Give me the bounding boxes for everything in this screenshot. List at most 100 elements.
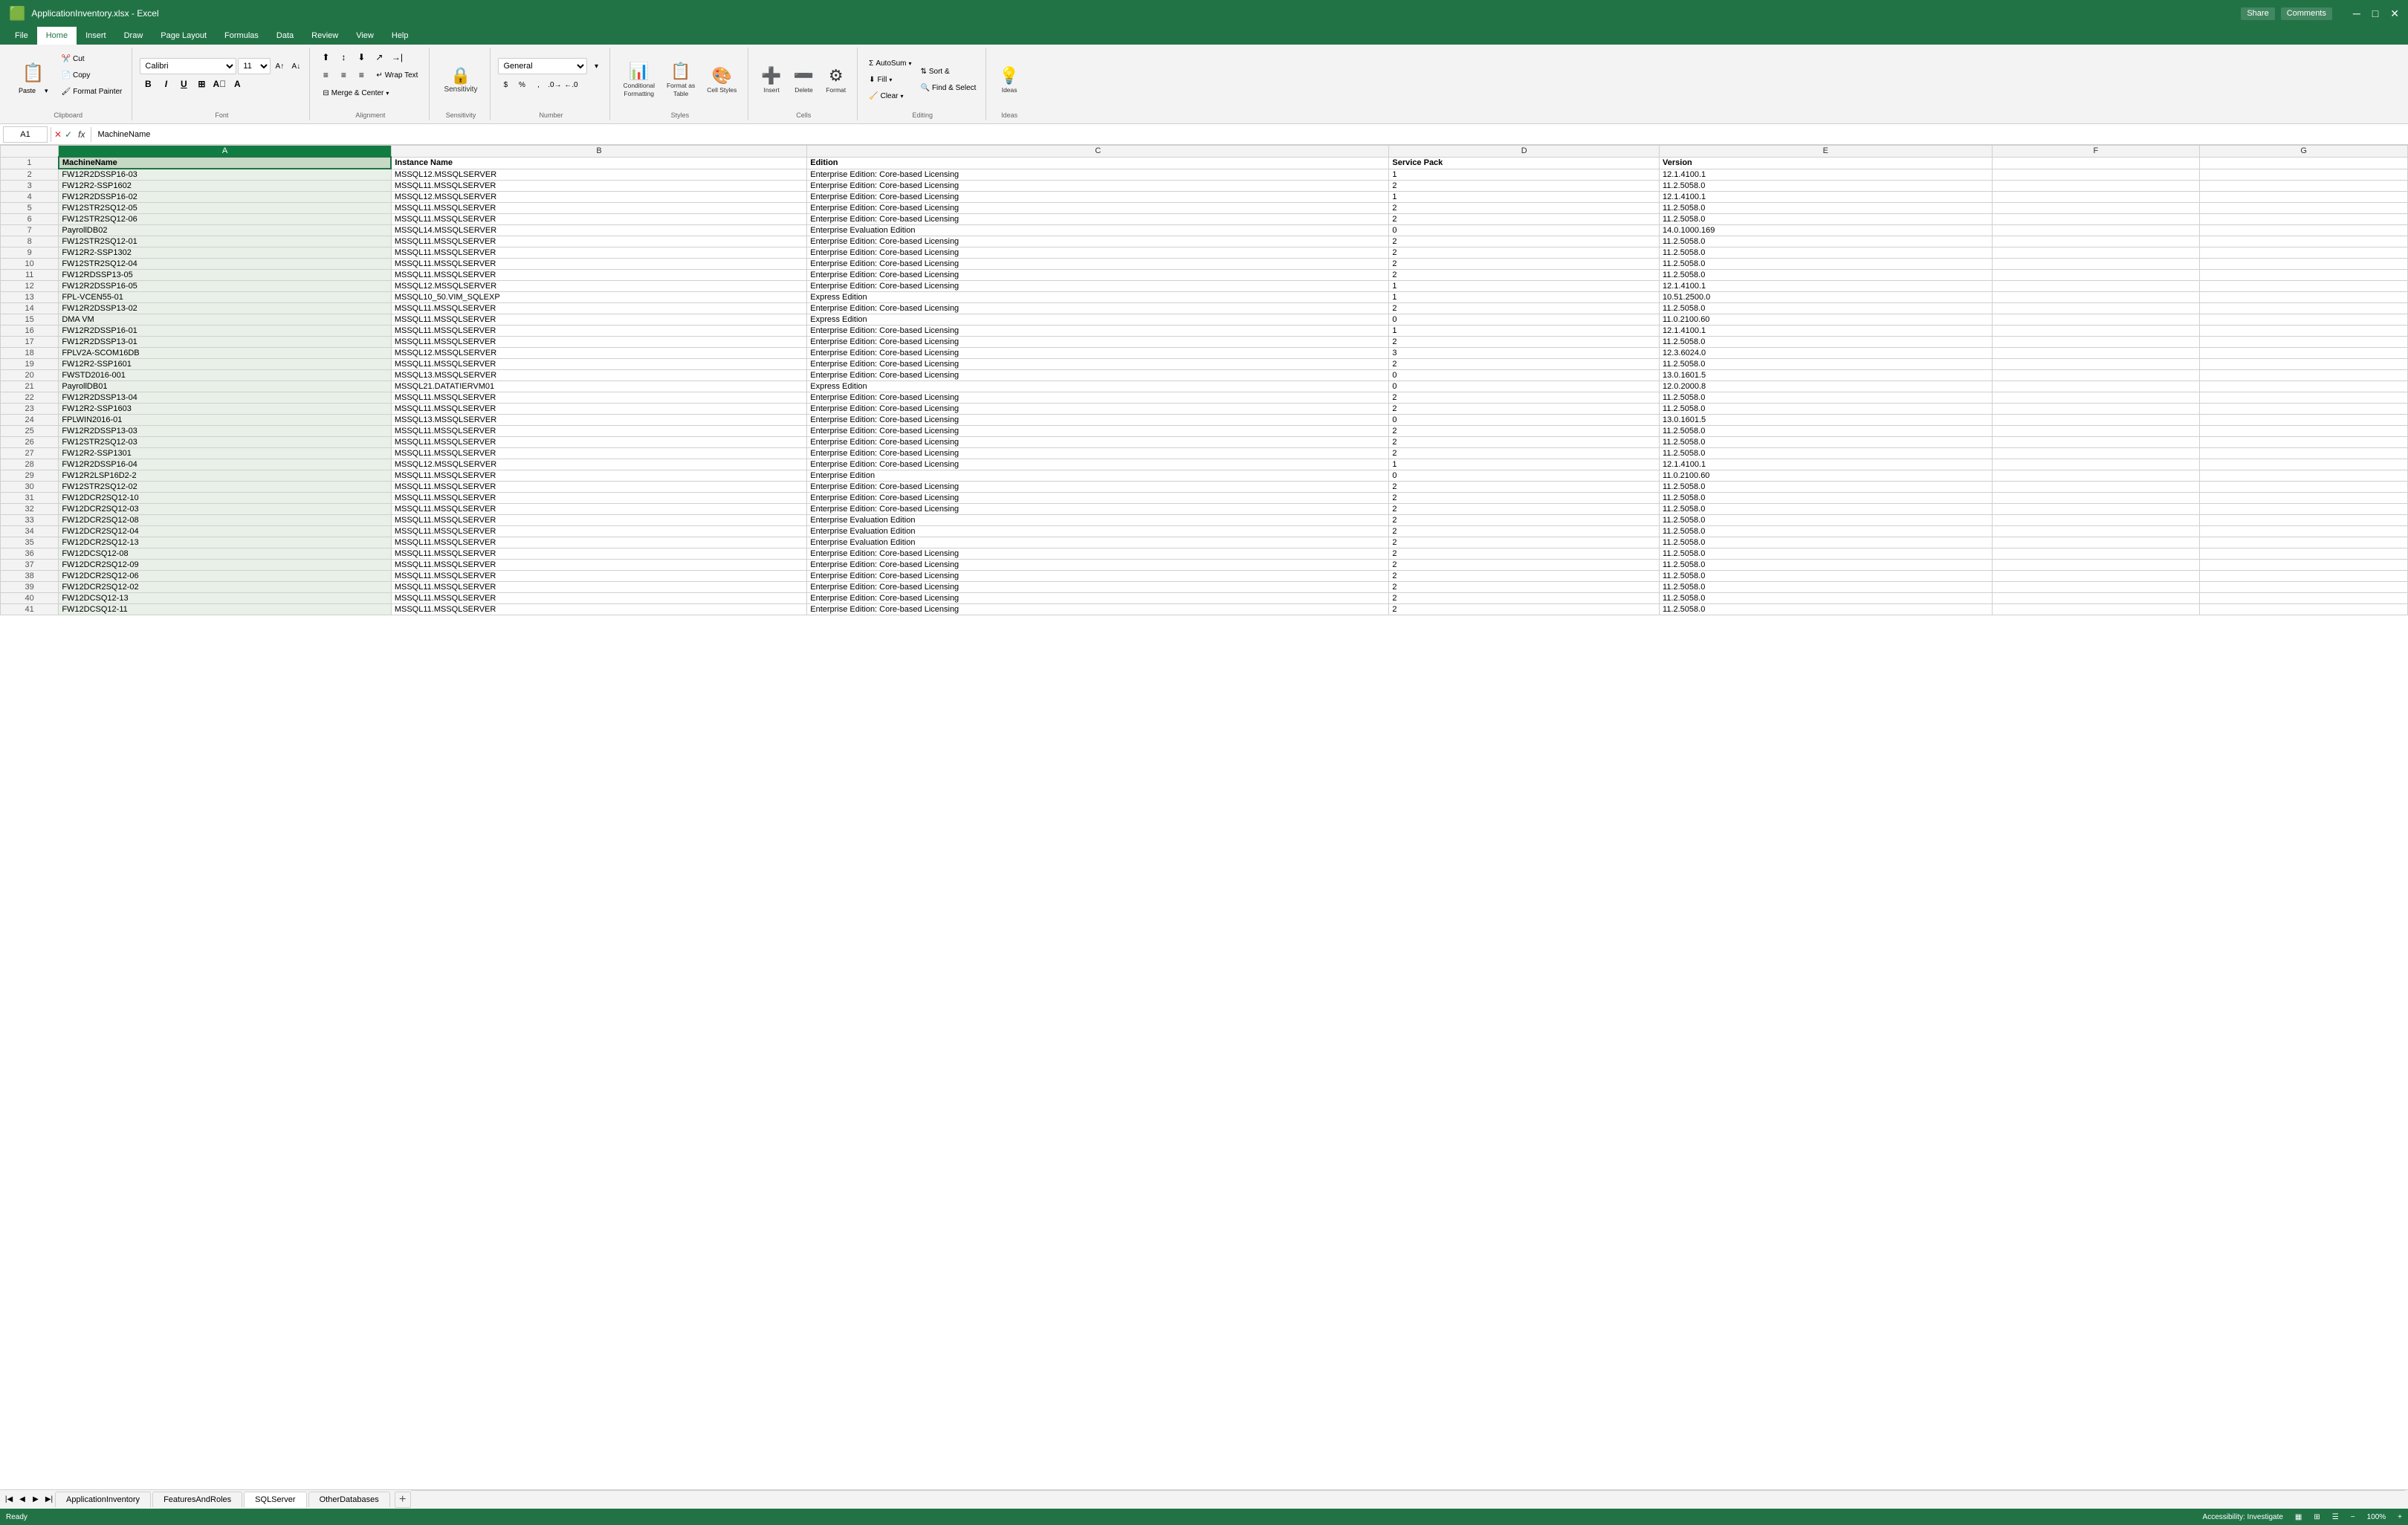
cut-button[interactable]: ✂️ Cut <box>58 51 126 66</box>
cell-f9[interactable] <box>1992 247 2200 259</box>
cell-d6[interactable]: 2 <box>1389 214 1660 225</box>
cell-f36[interactable] <box>1992 548 2200 560</box>
view-layout-icon[interactable]: ⊞ <box>2314 1513 2320 1521</box>
cell-f27[interactable] <box>1992 448 2200 459</box>
cell-g10[interactable] <box>2200 259 2408 270</box>
cell-g13[interactable] <box>2200 292 2408 303</box>
sheet-tab-sql-server[interactable]: SQLServer <box>244 1492 306 1508</box>
cell-b7[interactable]: MSSQL14.MSSQLSERVER <box>391 225 806 236</box>
cell-g20[interactable] <box>2200 370 2408 381</box>
cell-g16[interactable] <box>2200 326 2408 337</box>
cell-d20[interactable]: 0 <box>1389 370 1660 381</box>
cell-b41[interactable]: MSSQL11.MSSQLSERVER <box>391 604 806 615</box>
copy-button[interactable]: 📄 Copy <box>58 68 126 82</box>
cell-d1[interactable]: Service Pack <box>1389 157 1660 169</box>
fill-color-button[interactable]: A⃞ <box>211 76 227 92</box>
cell-e7[interactable]: 14.0.1000.169 <box>1660 225 1993 236</box>
cell-f12[interactable] <box>1992 281 2200 292</box>
cell-d9[interactable]: 2 <box>1389 247 1660 259</box>
cell-reference-input[interactable] <box>3 126 48 143</box>
cell-c6[interactable]: Enterprise Edition: Core-based Licensing <box>807 214 1389 225</box>
cell-e24[interactable]: 13.0.1601.5 <box>1660 415 1993 426</box>
cell-f15[interactable] <box>1992 314 2200 326</box>
cell-b29[interactable]: MSSQL11.MSSQLSERVER <box>391 470 806 482</box>
cell-f24[interactable] <box>1992 415 2200 426</box>
cell-d7[interactable]: 0 <box>1389 225 1660 236</box>
cell-f16[interactable] <box>1992 326 2200 337</box>
cell-d26[interactable]: 2 <box>1389 437 1660 448</box>
sensitivity-button[interactable]: 🔒 Sensitivity <box>437 60 484 99</box>
cell-f6[interactable] <box>1992 214 2200 225</box>
underline-button[interactable]: U <box>175 76 192 92</box>
cell-a30[interactable]: FW12STR2SQ12-02 <box>59 482 392 493</box>
cell-b37[interactable]: MSSQL11.MSSQLSERVER <box>391 560 806 571</box>
accounting-button[interactable]: $ <box>498 77 513 92</box>
cell-c29[interactable]: Enterprise Edition <box>807 470 1389 482</box>
cell-f22[interactable] <box>1992 392 2200 404</box>
maximize-button[interactable]: □ <box>2372 7 2378 20</box>
cell-e23[interactable]: 11.2.5058.0 <box>1660 404 1993 415</box>
cell-a17[interactable]: FW12R2DSSP13-01 <box>59 337 392 348</box>
cell-e41[interactable]: 11.2.5058.0 <box>1660 604 1993 615</box>
merge-center-button[interactable]: ⊟ Merge & Center ▾ <box>317 85 394 101</box>
cell-c26[interactable]: Enterprise Edition: Core-based Licensing <box>807 437 1389 448</box>
cell-f17[interactable] <box>1992 337 2200 348</box>
tab-review[interactable]: Review <box>302 27 347 45</box>
cell-f23[interactable] <box>1992 404 2200 415</box>
cell-a34[interactable]: FW12DCR2SQ12-04 <box>59 526 392 537</box>
cell-d24[interactable]: 0 <box>1389 415 1660 426</box>
cell-g37[interactable] <box>2200 560 2408 571</box>
cell-c4[interactable]: Enterprise Edition: Core-based Licensing <box>807 192 1389 203</box>
orientation-button[interactable]: ↗ <box>371 49 387 65</box>
cell-a27[interactable]: FW12R2-SSP1301 <box>59 448 392 459</box>
cell-e3[interactable]: 11.2.5058.0 <box>1660 181 1993 192</box>
cell-c2[interactable]: Enterprise Edition: Core-based Licensing <box>807 169 1389 181</box>
cell-e12[interactable]: 12.1.4100.1 <box>1660 281 1993 292</box>
cell-g18[interactable] <box>2200 348 2408 359</box>
col-header-f[interactable]: F <box>1992 146 2200 158</box>
cell-g4[interactable] <box>2200 192 2408 203</box>
font-name-select[interactable]: Calibri <box>140 58 236 74</box>
cell-g26[interactable] <box>2200 437 2408 448</box>
add-sheet-button[interactable]: + <box>395 1492 411 1508</box>
share-button[interactable]: Share <box>2241 7 2274 20</box>
format-cells-button[interactable]: ⚙ Format <box>821 60 851 99</box>
cell-e33[interactable]: 11.2.5058.0 <box>1660 515 1993 526</box>
view-page-break-icon[interactable]: ☰ <box>2332 1513 2339 1521</box>
cell-c31[interactable]: Enterprise Edition: Core-based Licensing <box>807 493 1389 504</box>
cell-d38[interactable]: 2 <box>1389 571 1660 582</box>
cell-c3[interactable]: Enterprise Edition: Core-based Licensing <box>807 181 1389 192</box>
cell-b17[interactable]: MSSQL11.MSSQLSERVER <box>391 337 806 348</box>
decrease-decimal-button[interactable]: ←.0 <box>563 77 578 92</box>
cell-b38[interactable]: MSSQL11.MSSQLSERVER <box>391 571 806 582</box>
cell-f31[interactable] <box>1992 493 2200 504</box>
paste-dropdown[interactable]: ▾ <box>41 85 52 97</box>
cell-f26[interactable] <box>1992 437 2200 448</box>
tab-help[interactable]: Help <box>383 27 418 45</box>
cell-a37[interactable]: FW12DCR2SQ12-09 <box>59 560 392 571</box>
cell-e40[interactable]: 11.2.5058.0 <box>1660 593 1993 604</box>
cell-a39[interactable]: FW12DCR2SQ12-02 <box>59 582 392 593</box>
clear-button[interactable]: 🧹 Clear ▾ <box>865 88 915 103</box>
decrease-font-button[interactable]: A↓ <box>288 59 303 74</box>
cell-f40[interactable] <box>1992 593 2200 604</box>
cell-a1[interactable]: MachineName <box>59 157 392 169</box>
cell-c33[interactable]: Enterprise Evaluation Edition <box>807 515 1389 526</box>
tab-page-layout[interactable]: Page Layout <box>152 27 216 45</box>
autosum-button[interactable]: Σ AutoSum ▾ <box>865 56 915 71</box>
close-button[interactable]: ✕ <box>2390 7 2399 20</box>
cell-b8[interactable]: MSSQL11.MSSQLSERVER <box>391 236 806 247</box>
cell-c17[interactable]: Enterprise Edition: Core-based Licensing <box>807 337 1389 348</box>
cell-g24[interactable] <box>2200 415 2408 426</box>
cell-b5[interactable]: MSSQL11.MSSQLSERVER <box>391 203 806 214</box>
cell-c38[interactable]: Enterprise Edition: Core-based Licensing <box>807 571 1389 582</box>
cell-g34[interactable] <box>2200 526 2408 537</box>
cell-c7[interactable]: Enterprise Evaluation Edition <box>807 225 1389 236</box>
format-table-button[interactable]: 📋 Format as Table <box>661 60 700 99</box>
zoom-out-button[interactable]: − <box>2351 1513 2355 1521</box>
cell-f21[interactable] <box>1992 381 2200 392</box>
cell-f5[interactable] <box>1992 203 2200 214</box>
cell-d12[interactable]: 1 <box>1389 281 1660 292</box>
cell-b16[interactable]: MSSQL11.MSSQLSERVER <box>391 326 806 337</box>
confirm-formula-button[interactable]: ✓ <box>65 129 72 140</box>
